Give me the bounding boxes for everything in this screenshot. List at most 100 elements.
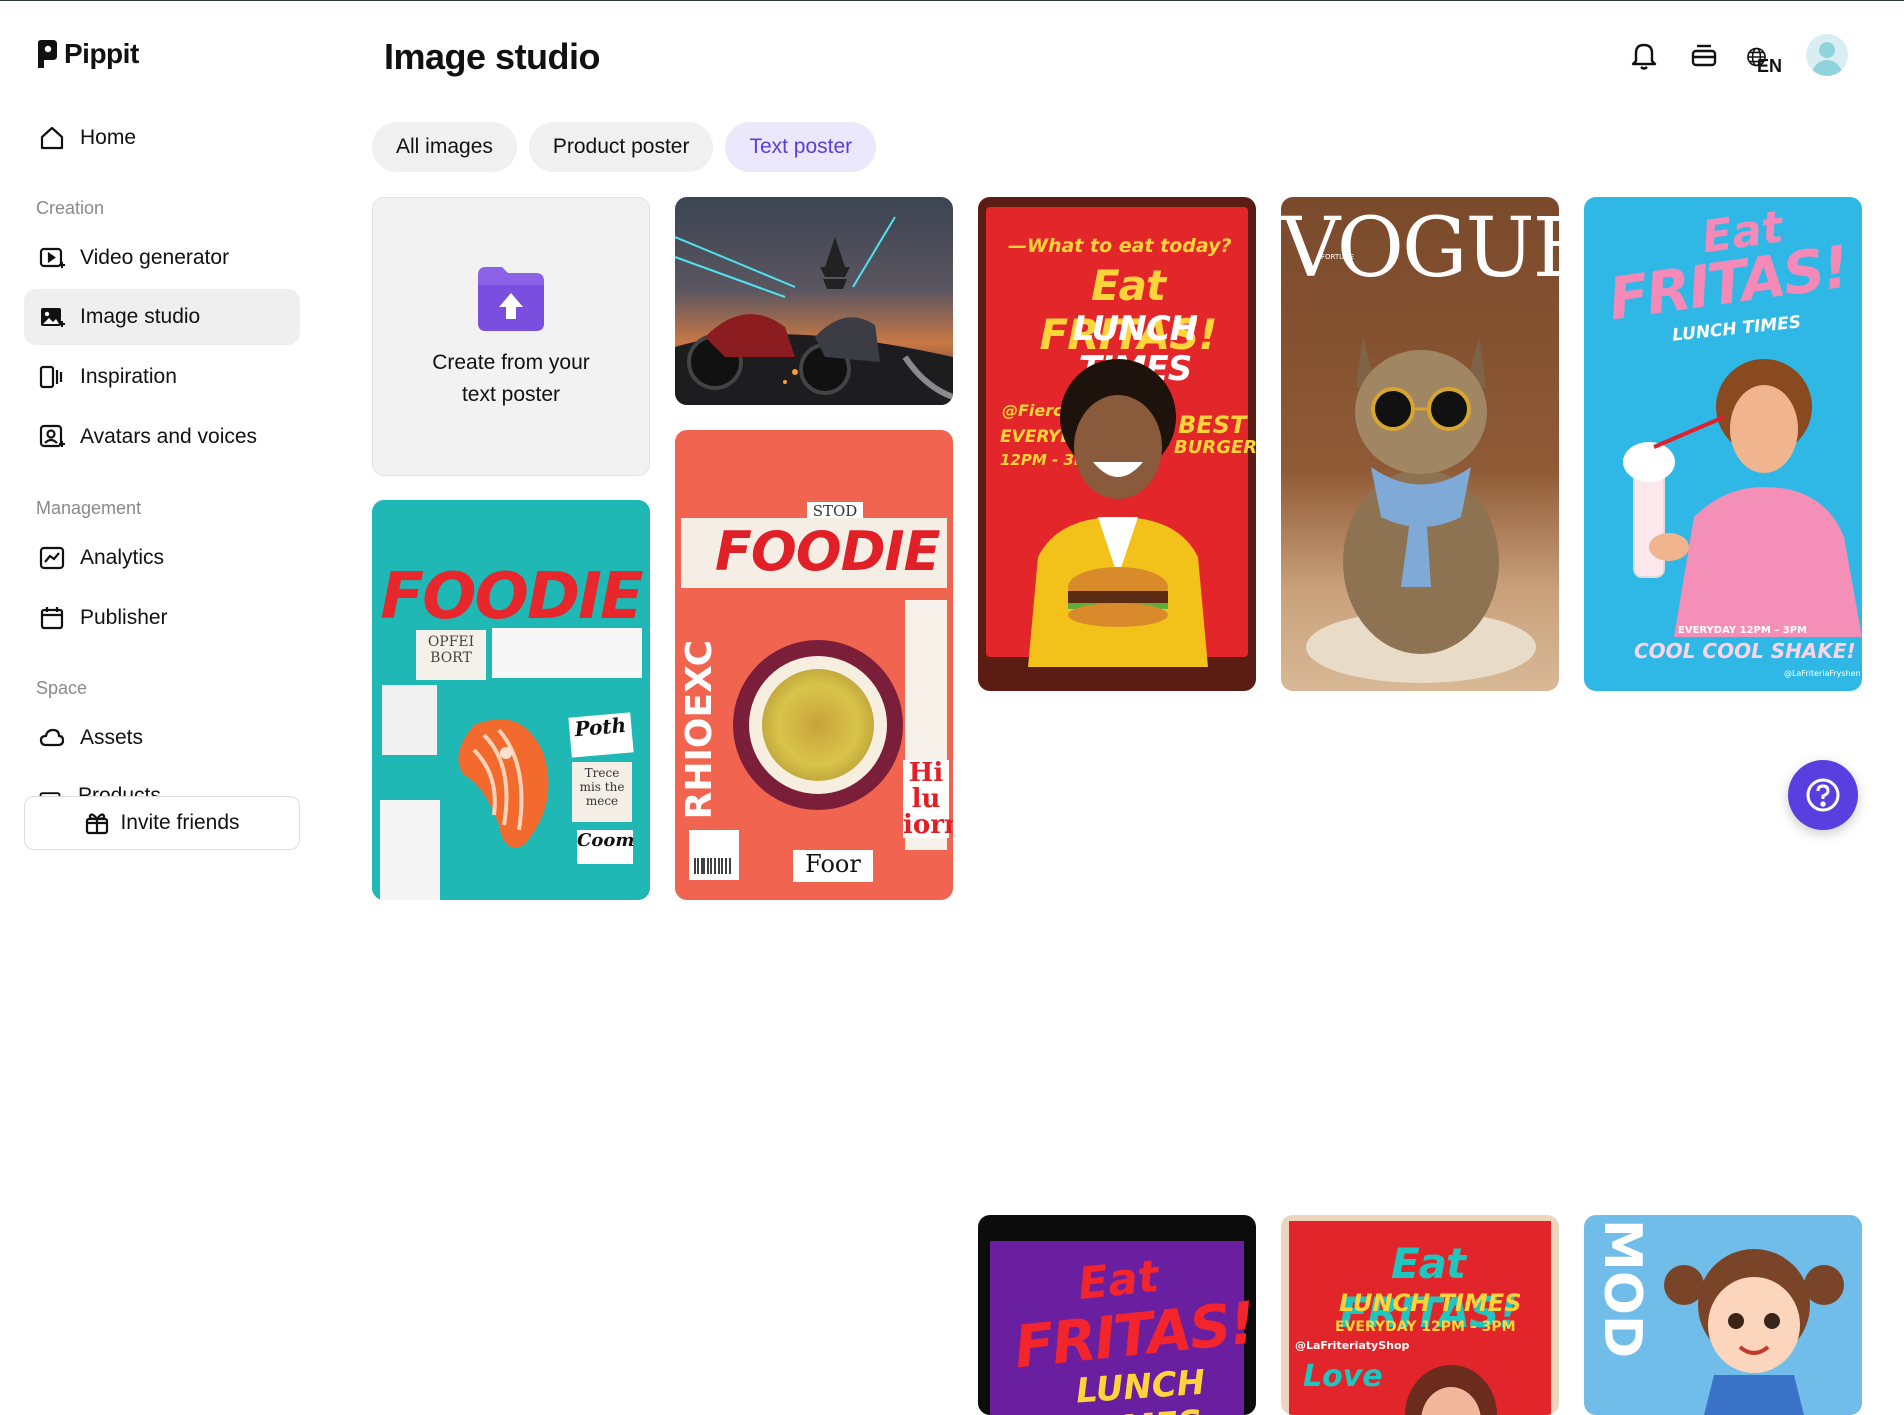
poster-mod-blue[interactable]: MOD bbox=[1584, 1215, 1862, 1415]
poster-fritas-red[interactable]: —What to eat today? Eat FRITAS! LUNCH TI… bbox=[978, 197, 1256, 691]
create-card-line-2: text poster bbox=[461, 382, 561, 406]
sidebar-item-video-generator[interactable]: Video generator bbox=[24, 230, 300, 286]
avatar-body-shape bbox=[1812, 60, 1842, 76]
poster-masthead: VOGUE bbox=[1281, 201, 1559, 296]
avatar-voice-icon bbox=[39, 424, 65, 448]
sidebar-item-inspiration[interactable]: Inspiration bbox=[24, 349, 300, 405]
passion-fruit-image bbox=[733, 640, 903, 810]
poster-clipping bbox=[380, 800, 440, 900]
sidebar-item-assets[interactable]: Assets bbox=[24, 710, 300, 766]
poster-accent-text: Hi lu iorn bbox=[903, 760, 953, 838]
poster-title: FOODIE bbox=[715, 520, 941, 583]
salmon-steak-image bbox=[444, 705, 564, 855]
analytics-icon bbox=[39, 546, 65, 570]
sidebar-item-label: Home bbox=[80, 126, 137, 149]
poster-type-tabs: All images Product poster Text poster bbox=[372, 122, 877, 172]
sidebar-item-label: Video generator bbox=[80, 246, 230, 269]
poster-kicker: —What to eat today? bbox=[1008, 235, 1232, 257]
notifications-button[interactable] bbox=[1626, 37, 1662, 73]
home-icon bbox=[40, 126, 64, 150]
sidebar-item-label: Assets bbox=[80, 726, 144, 749]
cat-with-sunglasses-image bbox=[1306, 337, 1536, 683]
page-title: Image studio bbox=[384, 36, 601, 77]
section-label-creation: Creation bbox=[36, 198, 105, 218]
gallery-column-4: VOGUE FORTUNE Eat FRITAS! LUNCH TIMES EV… bbox=[1281, 197, 1559, 1415]
section-label-management: Management bbox=[36, 498, 142, 518]
gift-icon bbox=[86, 813, 109, 835]
motorcycle-riders-image bbox=[675, 216, 953, 405]
create-text-poster-card[interactable]: Create from your text poster bbox=[372, 197, 650, 476]
gallery-column-3: —What to eat today? Eat FRITAS! LUNCH TI… bbox=[978, 197, 1256, 1415]
poster-handle: @LaFriteriatyShop bbox=[1295, 1339, 1410, 1352]
avatar-head-shape bbox=[1819, 42, 1835, 58]
poster-hours: EVERYDAY 12PM – 3PM bbox=[1678, 625, 1807, 636]
cartoon-girl-image bbox=[1664, 1249, 1844, 1415]
passion-fruit-pulp bbox=[762, 669, 874, 781]
cloud-icon bbox=[39, 728, 65, 747]
poster-tiny-text: FORTUNE bbox=[1321, 253, 1354, 261]
poster-side-text: MOD bbox=[1592, 1219, 1652, 1359]
sidebar-item-avatars-and-voices[interactable]: Avatars and voices bbox=[24, 409, 300, 465]
calendar-icon bbox=[40, 607, 64, 630]
sidebar-item-label: Image studio bbox=[80, 305, 201, 328]
poster-line-2: FRITAS! bbox=[1604, 232, 1852, 334]
poster-fritas-blue[interactable]: Eat FRITAS! LUNCH TIMES EVERYDAY 12PM – … bbox=[1584, 197, 1862, 691]
poster-title: FOODIE bbox=[380, 560, 643, 634]
credits-button[interactable] bbox=[1686, 37, 1722, 73]
poster-side-text: RHIOEXC bbox=[679, 640, 720, 820]
poster-motorcycle-scene[interactable] bbox=[675, 197, 953, 405]
section-label-space: Space bbox=[36, 678, 88, 698]
poster-clipping: Trece mis the mece bbox=[572, 762, 632, 822]
bell-icon bbox=[1631, 43, 1657, 70]
woman-portrait-image bbox=[1405, 1365, 1497, 1415]
language-selector[interactable]: EN bbox=[1746, 37, 1782, 76]
poster-vogue-cat[interactable]: VOGUE FORTUNE bbox=[1281, 197, 1559, 691]
poster-bottom-text: Foor bbox=[793, 850, 873, 882]
sidebar-item-label: Avatars and voices bbox=[80, 425, 258, 448]
create-card-line-1: Create from your bbox=[432, 350, 590, 374]
header-actions: EN bbox=[1626, 34, 1848, 76]
inspiration-icon bbox=[39, 365, 63, 389]
sidebar-item-label: Inspiration bbox=[80, 365, 177, 388]
poster-clipping: Poth bbox=[568, 712, 634, 758]
sidebar-item-home[interactable]: Home bbox=[24, 110, 300, 166]
app-name: Pippit bbox=[64, 38, 139, 69]
poster-fritas-purple[interactable]: Eat FRITAS! LUNCH TIMES bbox=[978, 1215, 1256, 1415]
sidebar-item-label: Analytics bbox=[80, 546, 165, 569]
passion-fruit-rind bbox=[749, 656, 887, 794]
poster-clipping: Coom bbox=[577, 830, 634, 864]
sidebar-item-analytics[interactable]: Analytics bbox=[24, 530, 300, 586]
sidebar: Pippit Home Creation Video generator Ima… bbox=[0, 0, 330, 890]
credits-icon bbox=[1691, 44, 1717, 67]
language-code: EN bbox=[1756, 56, 1782, 76]
invite-friends-button[interactable]: Invite friends bbox=[24, 796, 300, 850]
poster-clipping bbox=[382, 685, 437, 755]
poster-foodie-coral[interactable]: STOD FOODIE RHIOEXC Hi lu iorn Foor bbox=[675, 430, 953, 900]
tab-text-poster[interactable]: Text poster bbox=[725, 122, 877, 172]
folder-upload-icon bbox=[478, 266, 544, 331]
poster-footer: Love bbox=[1303, 1359, 1383, 1394]
image-studio-icon bbox=[41, 308, 65, 327]
pippit-logo-icon bbox=[38, 40, 57, 68]
sidebar-item-image-studio[interactable]: Image studio bbox=[24, 289, 300, 345]
tab-product-poster[interactable]: Product poster bbox=[528, 122, 714, 172]
poster-clipping bbox=[492, 628, 642, 678]
sidebar-item-publisher[interactable]: Publisher bbox=[24, 590, 300, 646]
gallery-column-2: STOD FOODIE RHIOEXC Hi lu iorn Foor bbox=[675, 197, 953, 900]
poster-hours: EVERYDAY 12PM – 3PM bbox=[1335, 1319, 1516, 1335]
gallery-column-1: Create from your text poster FOODIE OPFE… bbox=[372, 197, 650, 900]
poster-fritas-teal[interactable]: Eat FRITAS! LUNCH TIMES EVERYDAY 12PM – … bbox=[1281, 1215, 1559, 1415]
app-logo[interactable]: Pippit bbox=[36, 38, 139, 70]
poster-clipping: OPFEI BORT bbox=[416, 630, 486, 680]
user-avatar[interactable] bbox=[1806, 34, 1848, 76]
poster-foodie-teal[interactable]: FOODIE OPFEI BORT Poth Trece mis the mece… bbox=[372, 500, 650, 900]
sidebar-item-label: Publisher bbox=[80, 606, 168, 629]
poster-subtitle: LUNCH TIMES bbox=[1339, 1289, 1522, 1317]
poster-tagline: COOL COOL SHAKE! bbox=[1634, 639, 1856, 663]
tab-all-images[interactable]: All images bbox=[372, 122, 517, 172]
man-with-milkshake-image bbox=[1623, 359, 1862, 637]
help-button[interactable] bbox=[1788, 760, 1858, 830]
question-mark-icon bbox=[1806, 778, 1840, 812]
smiling-person-burger-image bbox=[1028, 359, 1208, 667]
video-generator-icon bbox=[39, 247, 65, 268]
